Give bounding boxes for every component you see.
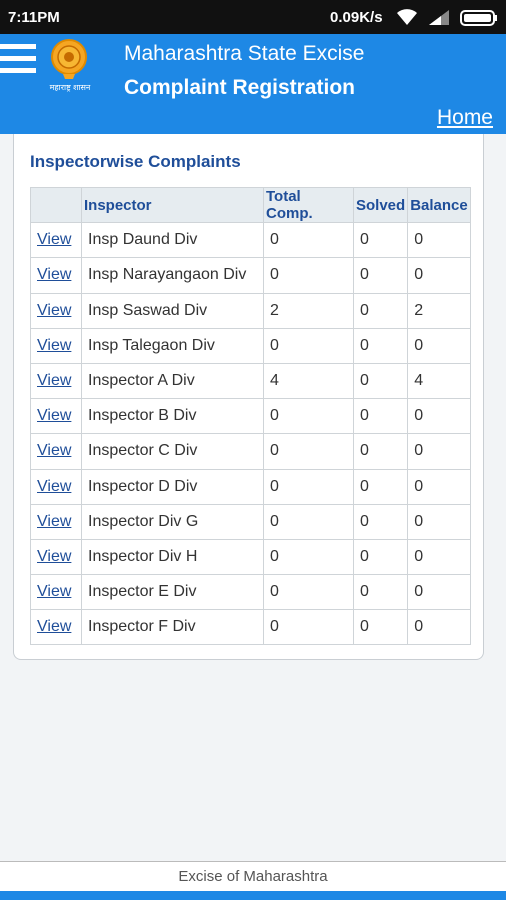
view-link[interactable]: View bbox=[30, 257, 82, 294]
total-complaints: 0 bbox=[263, 398, 354, 435]
balance-count: 0 bbox=[407, 433, 471, 470]
app-bar: महाराष्ट्र शासन Maharashtra State Excise… bbox=[0, 34, 506, 134]
table-row: View Inspector C Div 0 0 0 bbox=[30, 433, 471, 470]
inspector-name: Inspector D Div bbox=[81, 468, 264, 505]
view-link[interactable]: View bbox=[30, 468, 82, 505]
solved-count: 0 bbox=[352, 362, 409, 400]
inspector-name: Insp Talegaon Div bbox=[81, 327, 264, 364]
balance-count: 4 bbox=[407, 362, 471, 400]
total-complaints: 0 bbox=[263, 468, 354, 505]
view-link[interactable]: View bbox=[30, 538, 82, 576]
solved-count: 0 bbox=[352, 398, 409, 435]
balance-count: 0 bbox=[407, 257, 471, 294]
table-row: View Inspector Div H000 bbox=[30, 538, 471, 576]
total-complaints: 0 bbox=[263, 503, 354, 540]
header-action bbox=[30, 186, 82, 224]
table-row: View Inspector B Div 0 0 0 bbox=[30, 398, 471, 435]
app-title: Maharashtra State Excise bbox=[124, 42, 365, 65]
battery-icon bbox=[460, 10, 497, 26]
balance-count: 0 bbox=[407, 398, 471, 435]
footer-text: Excise of Maharashtra bbox=[178, 868, 328, 885]
home-link[interactable]: Home bbox=[437, 106, 493, 130]
total-complaints: 0 bbox=[263, 609, 354, 646]
inspector-complaints-table: Inspector Total Comp. Solved Balance Vie… bbox=[30, 186, 471, 646]
solved-count: 0 bbox=[352, 538, 409, 576]
status-bar: 7:11PM 0.09K/s bbox=[0, 0, 506, 34]
inspector-name: Inspector F Div bbox=[81, 609, 264, 646]
solved-count: 0 bbox=[352, 327, 409, 364]
total-complaints: 2 bbox=[263, 292, 354, 329]
total-complaints: 0 bbox=[263, 257, 354, 294]
balance-count: 0 bbox=[407, 538, 471, 576]
app-subtitle: Complaint Registration bbox=[124, 76, 356, 99]
inspector-name: Insp Saswad Div bbox=[81, 292, 264, 329]
total-complaints: 4 bbox=[263, 362, 354, 400]
table-row: View Insp Saswad Div 2 0 2 bbox=[30, 292, 471, 329]
solved-count: 0 bbox=[352, 609, 409, 646]
view-link[interactable]: View bbox=[30, 222, 82, 259]
header-total: Total Comp. bbox=[263, 186, 354, 224]
view-link[interactable]: View bbox=[30, 327, 82, 364]
total-complaints: 0 bbox=[263, 327, 354, 364]
table-header-row: Inspector Total Comp. Solved Balance bbox=[30, 186, 471, 224]
header-balance: Balance bbox=[407, 186, 471, 224]
total-complaints: 0 bbox=[263, 222, 354, 259]
view-link[interactable]: View bbox=[30, 292, 82, 329]
inspector-name: Insp Narayangaon Div bbox=[81, 257, 264, 294]
bottom-bar bbox=[0, 891, 506, 900]
table-body: View Insp Daund Div 0 0 0 View Insp Narayangao… bbox=[30, 222, 471, 646]
table-row: View Insp Daund Div 0 0 0 bbox=[30, 222, 471, 259]
table-row: View Inspector D Div 0 0 0 bbox=[30, 468, 471, 505]
balance-count: 0 bbox=[407, 609, 471, 646]
balance-count: 0 bbox=[407, 327, 471, 364]
solved-count: 0 bbox=[352, 574, 409, 611]
view-link[interactable]: View bbox=[30, 398, 82, 435]
total-complaints: 0 bbox=[263, 538, 354, 576]
inspector-name: Inspector Div H bbox=[81, 538, 264, 576]
network-speed: 0.09K/s bbox=[330, 9, 383, 26]
panel-title: Inspectorwise Complaints bbox=[30, 152, 241, 171]
balance-count: 0 bbox=[407, 222, 471, 259]
solved-count: 0 bbox=[352, 257, 409, 294]
balance-count: 2 bbox=[407, 292, 471, 329]
logo-caption: महाराष्ट्र शासन bbox=[49, 83, 91, 92]
view-link[interactable]: View bbox=[30, 503, 82, 540]
complaints-panel: Inspectorwise Complaints Inspector Total… bbox=[13, 134, 484, 660]
solved-count: 0 bbox=[352, 292, 409, 329]
balance-count: 0 bbox=[407, 574, 471, 611]
table-row: View Inspector E Div 0 0 0 bbox=[30, 574, 471, 611]
signal-icon bbox=[429, 10, 449, 25]
total-complaints: 0 bbox=[263, 574, 354, 611]
solved-count: 0 bbox=[352, 433, 409, 470]
balance-count: 0 bbox=[407, 468, 471, 505]
view-link[interactable]: View bbox=[30, 362, 82, 400]
emblem-icon bbox=[51, 39, 87, 79]
balance-count: 0 bbox=[407, 503, 471, 540]
inspector-name: Inspector Div G bbox=[81, 503, 264, 540]
inspector-name: Inspector C Div bbox=[81, 433, 264, 470]
inspector-name: Inspector B Div bbox=[81, 398, 264, 435]
inspector-name: Inspector E Div bbox=[81, 574, 264, 611]
table-row: View Insp Talegaon Div 0 0 0 bbox=[30, 327, 471, 364]
view-link[interactable]: View bbox=[30, 609, 82, 646]
table-row: View Inspector A Div 4 0 4 bbox=[30, 362, 471, 400]
view-link[interactable]: View bbox=[30, 574, 82, 611]
footer: Excise of Maharashtra bbox=[0, 861, 506, 891]
table-row: View Insp Narayangaon Div 0 0 0 bbox=[30, 257, 471, 294]
solved-count: 0 bbox=[352, 222, 409, 259]
table-row: View Inspector F Div 0 0 0 bbox=[30, 609, 471, 646]
solved-count: 0 bbox=[352, 468, 409, 505]
table-row: View Inspector Div G000 bbox=[30, 503, 471, 540]
inspector-name: Insp Daund Div bbox=[81, 222, 264, 259]
inspector-name: Inspector A Div bbox=[81, 362, 264, 400]
solved-count: 0 bbox=[352, 503, 409, 540]
menu-icon[interactable] bbox=[0, 44, 38, 80]
wifi-icon bbox=[397, 9, 417, 25]
total-complaints: 0 bbox=[263, 433, 354, 470]
maharashtra-emblem-logo: महाराष्ट्र शासन bbox=[42, 38, 98, 100]
view-link[interactable]: View bbox=[30, 433, 82, 470]
header-inspector: Inspector bbox=[81, 186, 264, 224]
header-solved: Solved bbox=[352, 186, 409, 224]
status-time: 7:11PM bbox=[8, 9, 60, 26]
